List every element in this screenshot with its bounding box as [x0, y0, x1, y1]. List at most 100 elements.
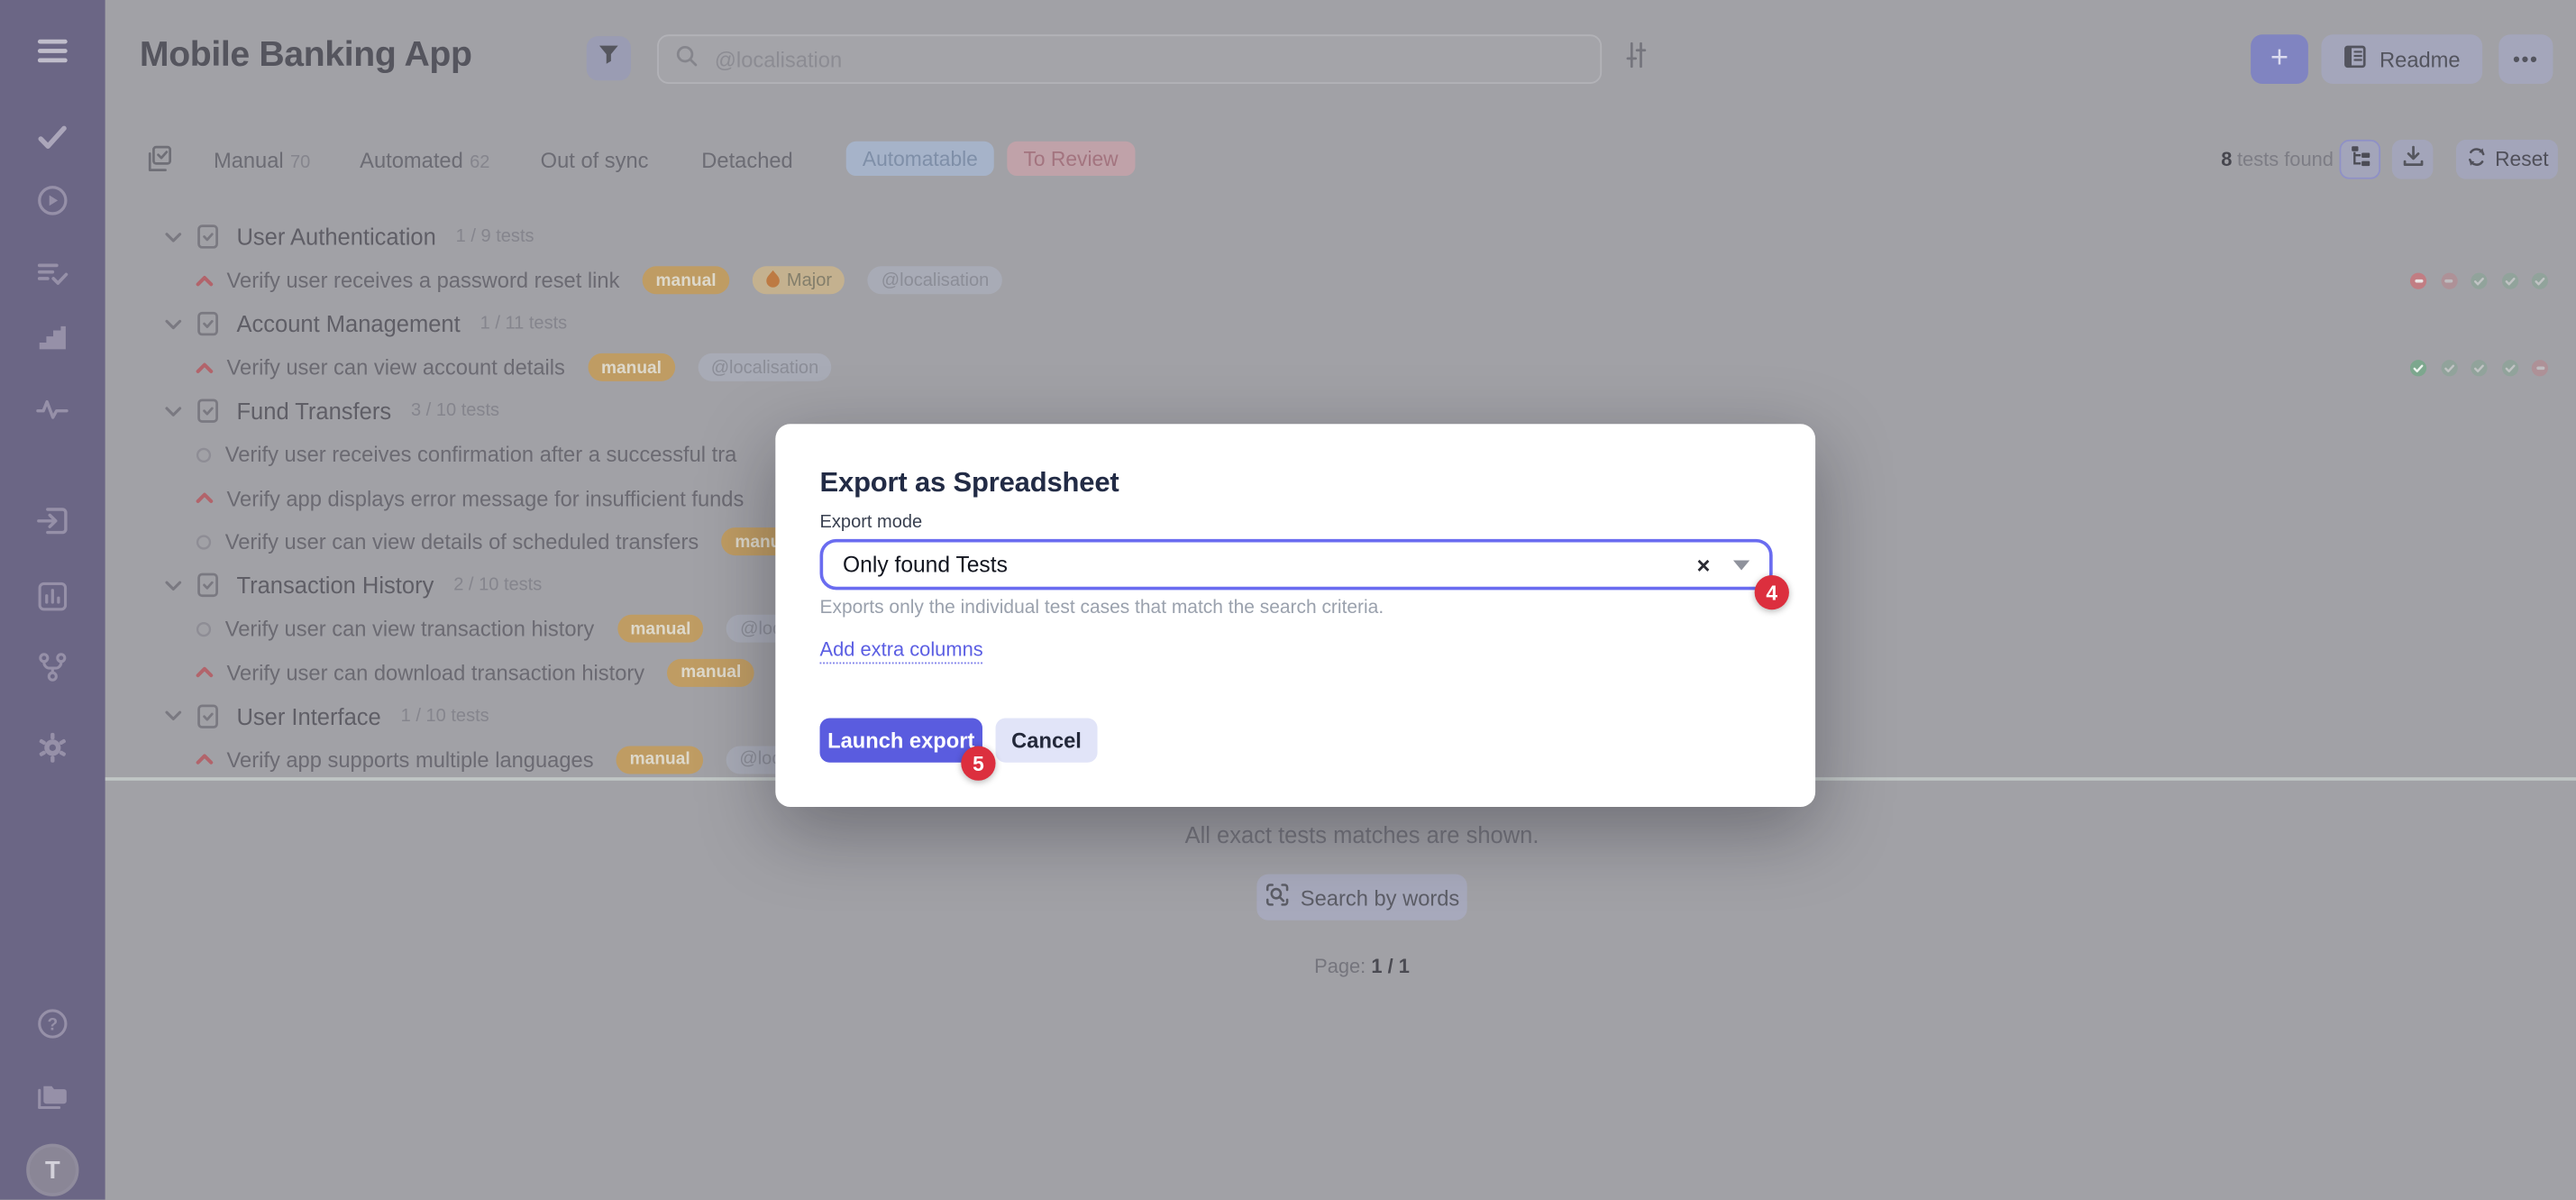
test-name[interactable]: Verify user receives a password reset li… [227, 269, 620, 293]
suite-count: 3 / 10 tests [411, 401, 499, 421]
suite-doc-icon [196, 703, 220, 729]
tag-badge: @localisation [698, 353, 832, 381]
modal-title: Export as Spreadsheet [820, 467, 1119, 499]
download-button[interactable] [2392, 140, 2434, 179]
test-name[interactable]: Verify user can view account details [227, 355, 565, 380]
search-by-words-button[interactable]: Search by words [1256, 875, 1466, 921]
search-input[interactable] [711, 45, 1584, 73]
suite-name[interactable]: Transaction History [236, 573, 434, 599]
suite-doc-icon [196, 398, 220, 425]
select-value: Only found Tests [843, 552, 1696, 576]
manual-badge: manual [617, 615, 704, 643]
test-name[interactable]: Verify app supports multiple languages [227, 747, 594, 772]
suite-name[interactable]: Fund Transfers [236, 398, 391, 425]
dropdown-caret-icon[interactable] [1733, 560, 1749, 570]
filter-manual[interactable]: Manual70 [214, 148, 310, 172]
test-name[interactable]: Verify user can view details of schedule… [225, 529, 699, 554]
export-mode-helper: Exports only the individual test cases t… [820, 598, 1384, 618]
refresh-icon [2465, 146, 2487, 172]
tag-badge: @localisation [868, 267, 1002, 295]
more-options-button[interactable]: ••• [2498, 34, 2553, 84]
analytics-chart-icon[interactable] [38, 582, 68, 611]
app-window: ? T Mobile Banking App + Readme ••• Manu… [0, 0, 2576, 1200]
export-mode-select[interactable]: Only found Tests × [820, 539, 1773, 591]
filter-out-of-sync[interactable]: Out of sync [541, 148, 649, 172]
chevron-down-icon[interactable] [164, 404, 182, 418]
add-extra-columns-link[interactable]: Add extra columns [820, 637, 983, 664]
suite-name[interactable]: User Interface [236, 703, 380, 729]
readme-label: Readme [2380, 47, 2461, 71]
test-name[interactable]: Verify user can download transaction his… [227, 660, 645, 684]
settings-gear-icon[interactable] [37, 732, 69, 764]
plans-list-check-icon[interactable] [37, 261, 69, 288]
suite-name[interactable]: Account Management [236, 311, 460, 337]
menu-icon[interactable] [36, 38, 69, 64]
download-icon [2401, 143, 2425, 175]
sidebar: ? T [0, 0, 105, 1200]
branch-icon[interactable] [38, 653, 68, 682]
launch-export-button[interactable]: Launch export [820, 719, 982, 763]
add-button[interactable]: + [2251, 34, 2308, 84]
results-footer: All exact tests matches are shown. Searc… [105, 821, 2576, 977]
manual-badge: manual [617, 746, 703, 774]
clear-selection-icon[interactable]: × [1697, 552, 1711, 578]
suite-doc-icon [196, 573, 220, 599]
filter-pill-to-review[interactable]: To Review [1007, 142, 1135, 176]
chevron-down-icon[interactable] [164, 230, 182, 244]
test-name[interactable]: Verify user receives confirmation after … [225, 443, 737, 467]
tests-found-count: 8tests found [2221, 148, 2334, 171]
chevron-down-icon[interactable] [164, 316, 182, 331]
normal-circle-icon [196, 621, 212, 637]
filter-pill-automatable[interactable]: Automatable [846, 142, 994, 176]
export-mode-label: Export mode [820, 513, 923, 533]
user-avatar[interactable]: T [26, 1144, 78, 1196]
scan-search-icon [1265, 883, 1289, 912]
suite-row[interactable]: User Authentication 1 / 9 tests [105, 215, 2576, 259]
export-modal: Export as Spreadsheet Export mode Only f… [775, 424, 1815, 807]
priority-caret-icon [196, 362, 214, 375]
search-settings-button[interactable] [1620, 44, 1652, 74]
status-dot-passed-dim [2471, 360, 2488, 376]
test-name[interactable]: Verify app displays error message for in… [227, 486, 744, 510]
readme-button[interactable]: Readme [2321, 34, 2482, 84]
manual-badge: manual [588, 353, 674, 381]
suite-count: 1 / 9 tests [456, 227, 534, 247]
chevron-down-icon[interactable] [164, 709, 182, 723]
status-dot-passed-dim [2501, 360, 2517, 376]
suite-count: 2 / 10 tests [453, 575, 542, 595]
filter-automated[interactable]: Automated62 [360, 148, 489, 172]
tree-view-icon [2349, 143, 2372, 175]
search-bar[interactable] [657, 34, 1602, 84]
chevron-down-icon[interactable] [164, 578, 182, 592]
avatar-letter: T [26, 1144, 78, 1196]
test-name[interactable]: Verify user can view transaction history [225, 617, 595, 641]
pagination: Page: 1 / 1 [105, 955, 2576, 978]
import-icon[interactable] [37, 507, 69, 535]
suite-doc-icon [196, 224, 220, 250]
runs-play-icon[interactable] [37, 185, 69, 216]
filter-funnel-button[interactable] [587, 36, 631, 80]
normal-circle-icon [196, 534, 212, 550]
reset-button[interactable]: Reset [2456, 140, 2558, 179]
reset-label: Reset [2495, 148, 2549, 171]
tour-step-badge-5: 5 [961, 747, 995, 781]
priority-caret-icon [196, 666, 214, 680]
filter-detached[interactable]: Detached [701, 148, 792, 172]
suite-name[interactable]: User Authentication [236, 224, 435, 250]
test-row[interactable]: Verify user receives a password reset li… [105, 259, 2576, 302]
tour-step-badge-4: 4 [1755, 575, 1789, 609]
tests-check-icon[interactable] [38, 125, 68, 150]
projects-folders-icon[interactable] [36, 1082, 69, 1110]
suite-row[interactable]: Account Management 1 / 11 tests [105, 302, 2576, 345]
help-icon[interactable]: ? [37, 1008, 69, 1040]
cancel-button[interactable]: Cancel [996, 719, 1098, 763]
flame-icon [765, 269, 780, 292]
priority-caret-icon [196, 753, 214, 766]
select-all-icon[interactable] [144, 144, 172, 182]
test-row[interactable]: Verify user can view account details man… [105, 346, 2576, 389]
steps-stairs-icon[interactable] [38, 326, 68, 351]
activity-pulse-icon[interactable] [36, 398, 69, 420]
page-title: Mobile Banking App [140, 34, 472, 76]
tree-view-toggle-button[interactable] [2340, 140, 2381, 179]
page-value: 1 / 1 [1371, 955, 1410, 978]
